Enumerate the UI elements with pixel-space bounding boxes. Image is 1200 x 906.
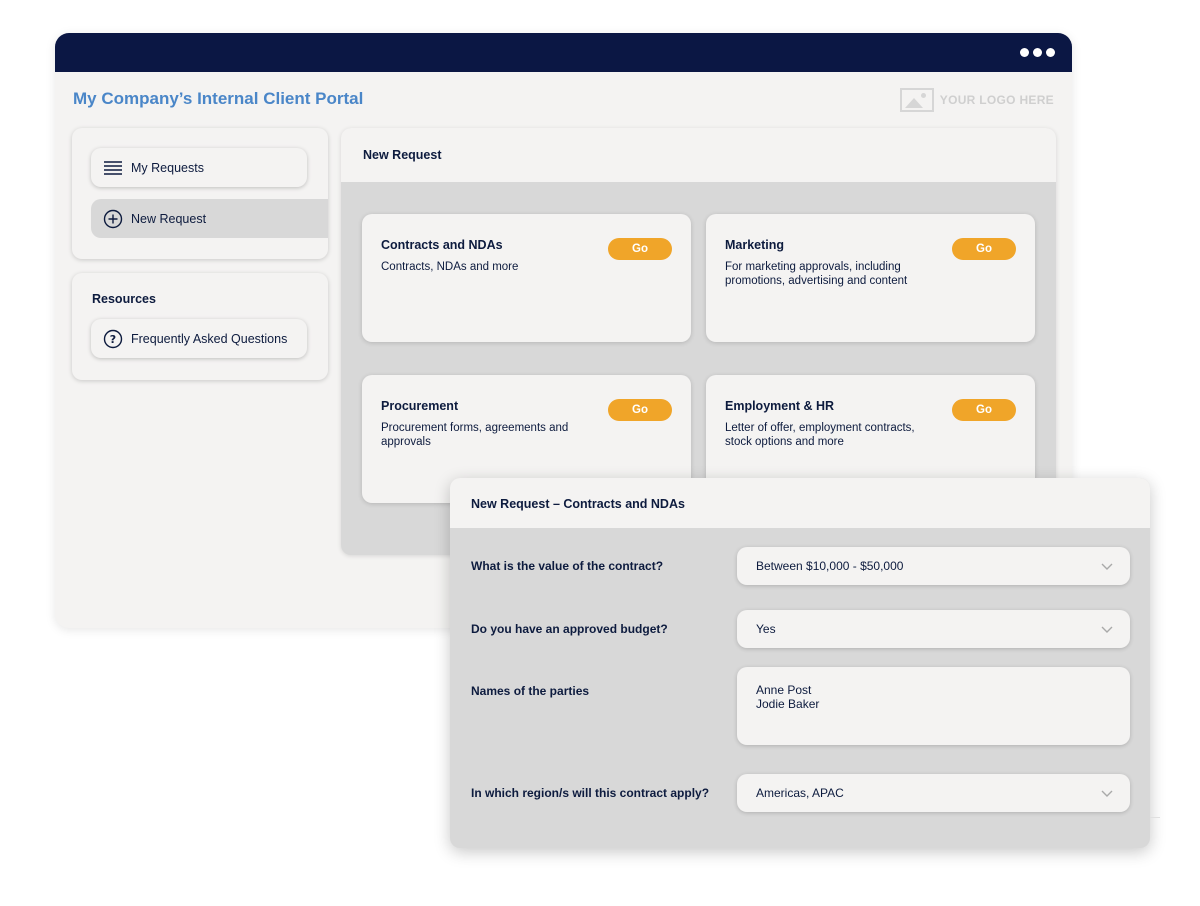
select-value: Between $10,000 - $50,000 (756, 559, 904, 573)
sidebar-item-label: New Request (131, 211, 207, 226)
sidebar-item-new-request[interactable]: New Request (91, 199, 328, 238)
card-description: For marketing approvals, including promo… (725, 261, 908, 287)
form-title: New Request – Contracts and NDAs (471, 497, 685, 511)
request-card-marketing: Marketing For marketing approvals, inclu… (706, 214, 1035, 342)
parties-label: Names of the parties (471, 684, 590, 698)
sidebar-item-label: Frequently Asked Questions (131, 331, 288, 346)
parties-textarea[interactable]: Anne Post Jodie Baker (737, 667, 1130, 745)
logo-text: YOUR LOGO HERE (939, 93, 1054, 107)
window-titlebar (55, 33, 1072, 72)
select-value: Americas, APAC (756, 786, 844, 800)
list-icon (103, 158, 123, 178)
textarea-line: Anne Post (756, 683, 812, 697)
go-button[interactable]: Go (608, 399, 672, 421)
chevron-down-icon (1101, 626, 1113, 633)
select-value: Yes (756, 622, 776, 636)
textarea-line: Jodie Baker (756, 697, 820, 711)
resources-panel: Resources ? Frequently Asked Questions (72, 273, 328, 380)
approved-budget-label: Do you have an approved budget? (471, 622, 668, 636)
card-description: Procurement forms, agreements and approv… (381, 422, 569, 448)
sidebar-nav: My Requests New Request (72, 128, 328, 259)
card-title: Contracts and NDAs (381, 238, 503, 252)
go-button[interactable]: Go (952, 238, 1016, 260)
more-options-icon[interactable] (1020, 48, 1055, 57)
plus-circle-icon (103, 209, 123, 229)
approved-budget-select[interactable]: Yes (737, 610, 1130, 648)
card-description: Letter of offer, employment contracts, s… (725, 422, 915, 448)
contract-value-select[interactable]: Between $10,000 - $50,000 (737, 547, 1130, 585)
sidebar-item-label: My Requests (131, 160, 204, 175)
image-placeholder-icon (899, 88, 934, 112)
go-button[interactable]: Go (608, 238, 672, 260)
company-logo: YOUR LOGO HERE (899, 88, 1054, 112)
card-description: Contracts, NDAs and more (381, 261, 519, 273)
dot (1046, 48, 1055, 57)
contract-value-label: What is the value of the contract? (471, 559, 664, 573)
card-title: Procurement (381, 399, 459, 413)
form-header: New Request – Contracts and NDAs (450, 478, 1150, 528)
contracts-request-form: New Request – Contracts and NDAs What is… (450, 478, 1150, 848)
resources-heading: Resources (92, 292, 156, 306)
panel-header: New Request (341, 128, 1056, 182)
region-select[interactable]: Americas, APAC (737, 774, 1130, 812)
svg-text:?: ? (110, 333, 116, 346)
card-title: Employment & HR (725, 399, 835, 413)
dot (1020, 48, 1029, 57)
request-card-contracts: Contracts and NDAs Contracts, NDAs and m… (362, 214, 691, 342)
divider (1150, 817, 1160, 818)
dot (1033, 48, 1042, 57)
card-title: Marketing (725, 238, 785, 252)
region-label: In which region/s will this contract app… (471, 786, 710, 800)
chevron-down-icon (1101, 563, 1113, 570)
portal-title: My Company’s Internal Client Portal (73, 89, 364, 108)
chevron-down-icon (1101, 790, 1113, 797)
panel-title: New Request (363, 148, 442, 162)
go-button[interactable]: Go (952, 399, 1016, 421)
sidebar-item-my-requests[interactable]: My Requests (91, 148, 307, 187)
sidebar-item-faq[interactable]: ? Frequently Asked Questions (91, 319, 307, 358)
question-circle-icon: ? (103, 329, 123, 349)
